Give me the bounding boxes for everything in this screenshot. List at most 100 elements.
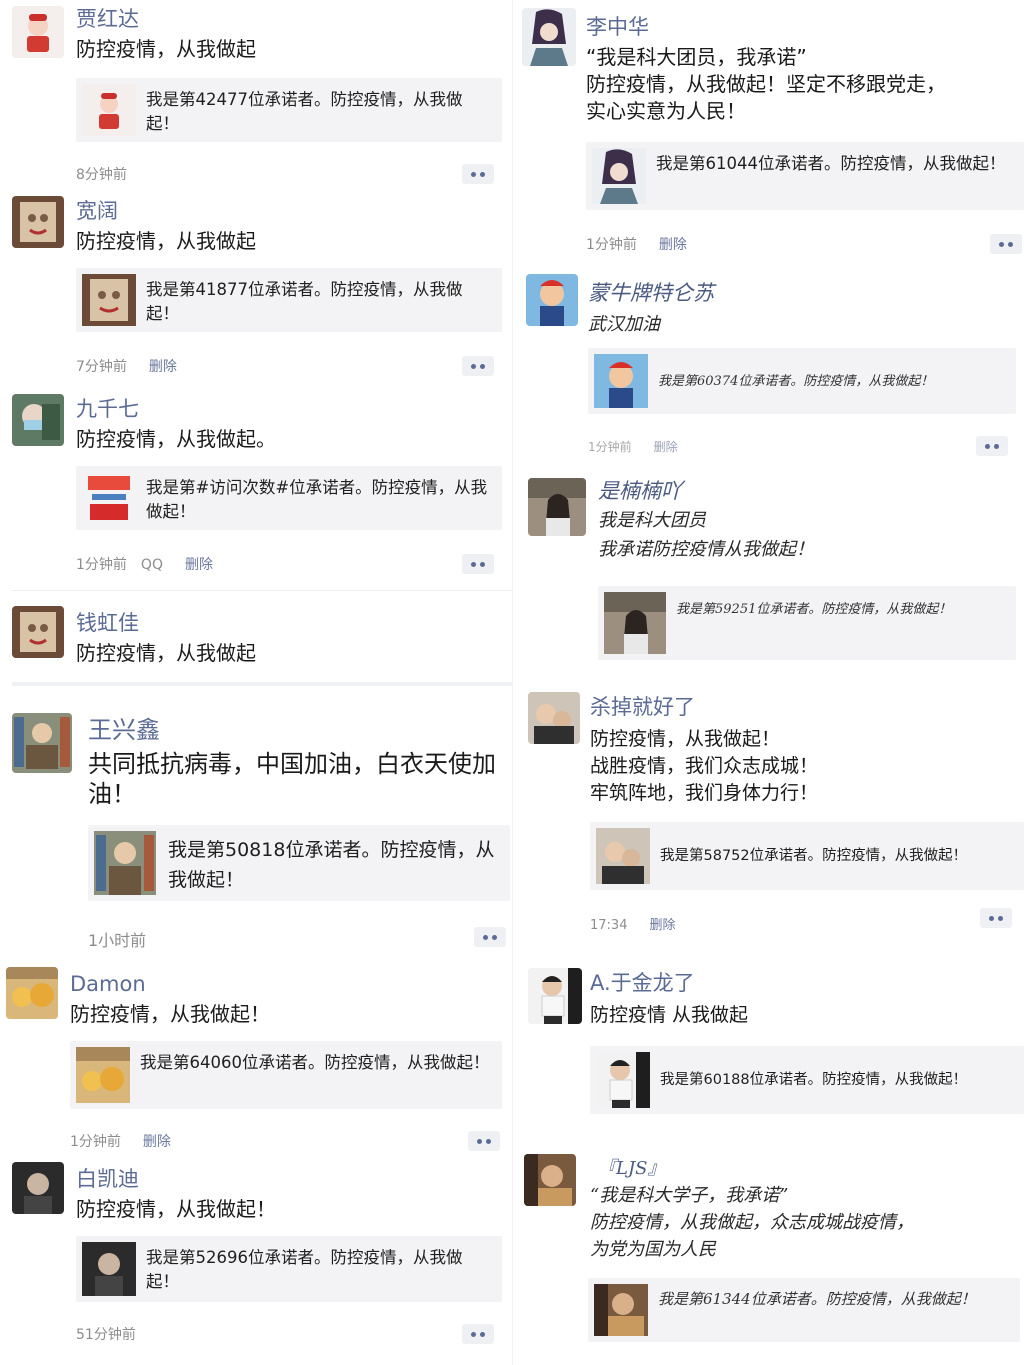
comment-meta: 8分钟前 <box>76 164 127 184</box>
pledge-thumbnail <box>604 592 666 654</box>
pledge-card[interactable]: 我是第50818位承诺者。防控疫情，从我做起！ <box>88 825 510 901</box>
user-avatar[interactable] <box>12 196 64 248</box>
comment-item: 宽阔 防控疫情，从我做起 我是第41877位承诺者。防控疫情，从我做起！ 7分钟… <box>12 190 512 385</box>
pledge-card[interactable]: 我是第64060位承诺者。防控疫情，从我做起！ <box>70 1041 502 1109</box>
delete-link[interactable]: 删除 <box>149 359 177 375</box>
user-avatar[interactable] <box>6 967 58 1019</box>
user-name[interactable]: Damon <box>70 971 146 997</box>
pledge-thumbnail <box>82 84 136 136</box>
comment-text: 防控疫情，从我做起 <box>76 641 256 665</box>
pledge-card[interactable]: 我是第41877位承诺者。防控疫情，从我做起！ <box>76 268 502 332</box>
section-separator <box>12 590 512 591</box>
column-divider <box>512 0 513 1365</box>
comment-item: Damon 防控疫情，从我做起！ 我是第64060位承诺者。防控疫情，从我做起！… <box>6 965 512 1155</box>
user-name[interactable]: 是楠楠吖 <box>598 478 682 504</box>
comment-text: 武汉加油 <box>588 314 660 335</box>
more-button[interactable] <box>990 234 1022 254</box>
more-button[interactable] <box>462 356 494 376</box>
pledge-card-text: 我是第61044位承诺者。防控疫情，从我做起！ <box>656 154 1006 173</box>
pledge-card[interactable]: 我是第60188位承诺者。防控疫情，从我做起！ <box>590 1046 1024 1114</box>
more-button[interactable] <box>474 927 506 947</box>
user-name[interactable]: A.于金龙了 <box>590 970 695 996</box>
pledge-card[interactable]: 我是第59251位承诺者。防控疫情，从我做起！ <box>598 586 1016 660</box>
user-avatar[interactable] <box>12 394 64 446</box>
more-button[interactable] <box>468 1131 500 1151</box>
comment-text: 防控疫情，从我做起！ 战胜疫情，我们众志成城！ 牢筑阵地，我们身体力行！ <box>590 728 819 804</box>
user-avatar[interactable] <box>12 1162 64 1214</box>
comment-text: 防控疫情 从我做起 <box>590 1004 749 1026</box>
pledge-card[interactable]: 我是第58752位承诺者。防控疫情，从我做起！ <box>590 822 1024 890</box>
timestamp: 1分钟前 <box>588 440 632 454</box>
comment-text: 防控疫情，从我做起 <box>76 229 256 253</box>
more-button[interactable] <box>976 436 1008 456</box>
pledge-card-text: 我是第64060位承诺者。防控疫情，从我做起！ <box>140 1053 490 1072</box>
delete-link[interactable]: 删除 <box>659 237 687 253</box>
comment-text: 共同抵抗病毒，中国加油，白衣天使加油！ <box>88 750 496 808</box>
user-avatar[interactable] <box>522 8 576 66</box>
pledge-thumbnail <box>592 148 646 204</box>
timestamp: 8分钟前 <box>76 167 127 183</box>
more-dots-icon <box>471 171 476 177</box>
source-label: QQ <box>140 557 163 573</box>
delete-link[interactable]: 删除 <box>649 918 675 933</box>
pledge-card[interactable]: 我是第52696位承诺者。防控疫情，从我做起！ <box>76 1236 502 1302</box>
user-name[interactable]: 白凯迪 <box>76 1166 139 1192</box>
comment-meta: 1分钟前 删除 <box>70 1131 171 1151</box>
delete-link[interactable]: 删除 <box>654 440 678 454</box>
pledge-card-text: 我是第58752位承诺者。防控疫情，从我做起！ <box>660 848 968 864</box>
pledge-card[interactable]: 我是第42477位承诺者。防控疫情，从我做起！ <box>76 78 502 142</box>
user-name[interactable]: 杀掉就好了 <box>590 694 695 720</box>
pledge-card[interactable]: 我是第61344位承诺者。防控疫情，从我做起！ <box>588 1278 1020 1342</box>
comment-item: A.于金龙了 防控疫情 从我做起 我是第60188位承诺者。防控疫情，从我做起！ <box>528 966 1024 1126</box>
user-name[interactable]: 钱虹佳 <box>76 610 139 636</box>
pledge-card[interactable]: 我是第60374位承诺者。防控疫情，从我做起！ <box>588 348 1016 414</box>
comment-meta: 1小时前 <box>88 927 146 951</box>
comment-item: 贾红达 防控疫情，从我做起 我是第42477位承诺者。防控疫情，从我做起！ 8分… <box>12 4 512 189</box>
pledge-thumbnail <box>82 274 136 326</box>
pledge-thumbnail <box>94 831 156 895</box>
more-dots-icon <box>471 1331 476 1337</box>
pledge-thumbnail <box>596 1052 650 1108</box>
comment-meta: 1分钟前 删除 <box>588 438 678 455</box>
user-avatar[interactable] <box>12 6 64 58</box>
user-name[interactable]: 宽阔 <box>76 198 118 224</box>
user-avatar[interactable] <box>526 274 578 326</box>
pledge-thumbnail <box>594 354 648 408</box>
comment-meta: 17:34 删除 <box>590 914 675 933</box>
pledge-card[interactable]: 我是第#访问次数#位承诺者。防控疫情，从我做起！ <box>76 466 502 530</box>
comment-item: 白凯迪 防控疫情，从我做起！ 我是第52696位承诺者。防控疫情，从我做起！ 5… <box>12 1160 512 1360</box>
more-button[interactable] <box>462 554 494 574</box>
comment-text: 防控疫情，从我做起！ <box>76 1197 276 1221</box>
pledge-card-text: 我是第60374位承诺者。防控疫情，从我做起！ <box>658 374 934 389</box>
user-name[interactable]: 『LJS』 <box>598 1156 666 1182</box>
user-avatar[interactable] <box>12 606 64 658</box>
user-avatar[interactable] <box>528 968 582 1024</box>
user-avatar[interactable] <box>12 713 72 773</box>
pledge-card-text: 我是第52696位承诺者。防控疫情，从我做起！ <box>146 1248 463 1291</box>
comment-item: 王兴鑫 共同抵抗病毒，中国加油，白衣天使加油！ 我是第50818位承诺者。防控疫… <box>12 705 512 955</box>
pledge-thumbnail <box>76 1047 130 1103</box>
comment-text: 我是科大团员 我承诺防控疫情从我做起！ <box>598 510 814 560</box>
more-dots-icon <box>999 241 1004 247</box>
user-name[interactable]: 贾红达 <box>76 6 139 32</box>
user-avatar[interactable] <box>524 1154 576 1206</box>
pledge-card[interactable]: 我是第61044位承诺者。防控疫情，从我做起！ <box>586 142 1024 210</box>
user-name[interactable]: 九千七 <box>76 396 139 422</box>
more-button[interactable] <box>462 1324 494 1344</box>
timestamp: 51分钟前 <box>76 1327 136 1343</box>
user-name[interactable]: 李中华 <box>586 14 649 40</box>
delete-link[interactable]: 删除 <box>185 557 213 573</box>
more-button[interactable] <box>980 908 1012 928</box>
comment-text: 防控疫情，从我做起 <box>76 37 256 61</box>
user-avatar[interactable] <box>528 692 580 744</box>
user-avatar[interactable] <box>528 478 586 536</box>
more-button[interactable] <box>462 164 494 184</box>
more-dots-icon <box>477 1138 482 1144</box>
pledge-card-text: 我是第42477位承诺者。防控疫情，从我做起！ <box>146 90 463 133</box>
pledge-thumbnail <box>594 1284 648 1336</box>
delete-link[interactable]: 删除 <box>143 1134 171 1150</box>
user-name[interactable]: 蒙牛牌特仑苏 <box>588 280 714 306</box>
timestamp: 1小时前 <box>88 931 147 950</box>
more-dots-icon <box>989 915 994 921</box>
user-name[interactable]: 王兴鑫 <box>88 715 160 745</box>
